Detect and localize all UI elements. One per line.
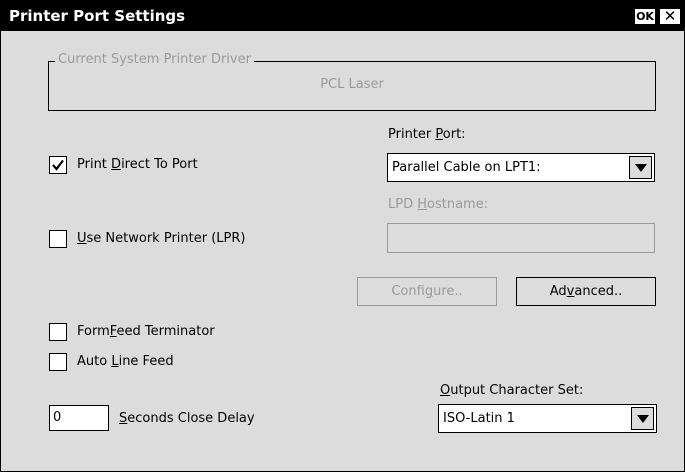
configure-label-pre: Confi [391,284,425,299]
ok-button[interactable]: OK [634,8,656,25]
configure-label-accel: g [424,284,434,299]
auto-line-feed-label-post: ine Feed [118,354,174,369]
printer-port-label-accel: P [435,127,443,142]
advanced-label-post: anced.. [574,284,623,299]
output-charset-value: ISO-Latin 1 [443,411,515,426]
formfeed-checkbox[interactable] [49,323,67,341]
formfeed-label-pre: Form [77,324,110,339]
close-delay-value: 0 [53,410,62,425]
configure-button[interactable]: Configure.. [357,277,497,306]
printer-port-label: Printer Port: [388,127,466,142]
lpd-hostname-label-pre: LPD [388,197,418,212]
lpd-hostname-label-post: ostname: [427,197,489,212]
window-title: Printer Port Settings [9,7,186,25]
chevron-down-icon [635,164,647,172]
formfeed-label[interactable]: FormFeed Terminator [77,324,215,339]
print-direct-label-pre: Print [77,157,112,172]
close-delay-label: Seconds Close Delay [119,411,255,426]
formfeed-label-accel: F [109,324,117,339]
driver-group-legend: Current System Printer Driver [55,52,254,67]
printer-port-value: Parallel Cable on LPT1: [392,160,541,175]
printer-port-label-post: ort: [442,127,466,142]
lpd-hostname-label: LPD Hostname: [388,197,488,212]
print-direct-label-accel: D [111,157,122,172]
lpd-hostname-input[interactable] [387,223,655,253]
auto-line-feed-checkbox[interactable] [49,353,67,371]
use-network-label[interactable]: Use Network Printer (LPR) [77,231,245,246]
checkmark-icon [52,159,64,171]
advanced-label-pre: Ad [549,284,567,299]
auto-line-feed-label[interactable]: Auto Line Feed [77,354,174,369]
printer-port-dropdown-button[interactable] [629,156,652,179]
configure-label-post: ure.. [433,284,463,299]
output-charset-dropdown-button[interactable] [631,407,654,430]
use-network-checkbox[interactable] [49,230,67,248]
output-charset-label-accel: O [440,383,451,398]
output-charset-label-post: utput Character Set: [450,383,584,398]
auto-line-feed-label-accel: L [111,354,119,369]
print-direct-checkbox[interactable] [49,156,67,174]
formfeed-label-post: eed Terminator [116,324,215,339]
printer-port-label-pre: Printer [388,127,436,142]
advanced-button[interactable]: Advanced.. [516,277,656,306]
print-direct-label-post: irect To Port [121,157,198,172]
output-charset-select[interactable]: ISO-Latin 1 [438,404,657,433]
close-delay-input[interactable]: 0 [49,405,109,431]
use-network-label-accel: U [77,231,87,246]
print-direct-label[interactable]: Print Direct To Port [77,157,198,172]
close-delay-label-post: econds Close Delay [127,411,255,426]
driver-name: PCL Laser [320,77,384,92]
printer-port-settings-dialog: Printer Port Settings OK ✕ Current Syste… [0,0,685,472]
printer-port-select[interactable]: Parallel Cable on LPT1: [387,153,655,182]
use-network-label-post: se Network Printer (LPR) [86,231,246,246]
auto-line-feed-label-pre: Auto [77,354,112,369]
output-charset-label: Output Character Set: [440,383,583,398]
close-button[interactable]: ✕ [659,8,681,25]
chevron-down-icon [637,415,649,423]
lpd-hostname-label-accel: H [417,197,428,212]
title-bar[interactable]: Printer Port Settings OK ✕ [1,1,684,31]
